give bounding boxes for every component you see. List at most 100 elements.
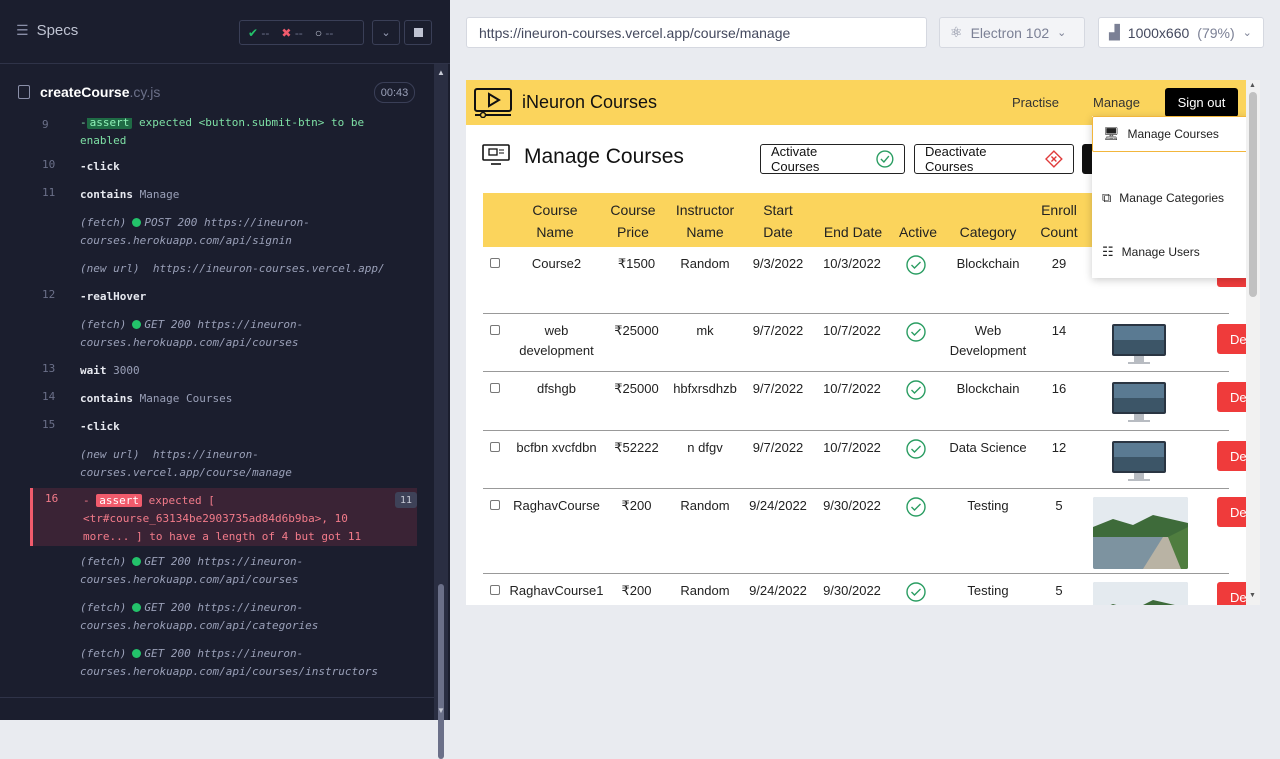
error-count-badge: 11 <box>395 492 417 508</box>
course-thumbnail <box>1112 382 1166 422</box>
delete-button[interactable]: De <box>1217 324 1247 354</box>
menu-item-manage-users[interactable]: ☷ Manage Users <box>1092 234 1248 270</box>
cell-name: RaghavCourse1 <box>509 583 604 598</box>
check-circle-icon <box>876 150 894 168</box>
status-dot-icon <box>132 603 142 612</box>
scroll-up-icon[interactable]: ▲ <box>437 68 445 77</box>
active-check-icon <box>906 439 926 459</box>
scroll-down-icon[interactable]: ▼ <box>437 706 445 715</box>
nav-practise[interactable]: Practise <box>1012 95 1059 110</box>
command-log-scrollbar[interactable]: ▲ ▼ <box>434 64 448 759</box>
line-number: 14 <box>42 390 56 403</box>
table-row[interactable]: dfshgb ₹25000 hbfxrsdhzb 9/7/2022 10/7/2022 B… <box>483 372 1247 431</box>
row-checkbox[interactable] <box>490 442 500 452</box>
specs-toggle[interactable]: ☰ Specs <box>16 22 78 39</box>
cell-start: 9/24/2022 <box>749 583 807 598</box>
signout-button[interactable]: Sign out <box>1165 88 1238 117</box>
cell-category: Data Science <box>949 440 1027 455</box>
cell-end: 10/7/2022 <box>823 381 881 396</box>
line-number: 10 <box>42 158 56 171</box>
ruler-icon: ▟ <box>1109 24 1120 40</box>
active-check-icon <box>906 255 926 275</box>
brand-name[interactable]: iNeuron Courses <box>522 92 657 113</box>
menu-item-manage-categories[interactable]: ⧉ Manage Categories <box>1092 180 1248 216</box>
stop-icon <box>413 28 423 37</box>
column-header: Enroll Count <box>1040 202 1078 240</box>
monitor-icon <box>482 144 510 165</box>
column-header: Course Name <box>532 202 578 240</box>
table-row[interactable]: web development ₹25000 mk 9/7/2022 10/7/2022… <box>483 314 1247 372</box>
page-title: Manage Courses <box>524 145 684 168</box>
line-number: 11 <box>42 186 56 199</box>
cell-instructor: mk <box>696 323 714 338</box>
cell-count: 5 <box>1055 498 1063 513</box>
scroll-up-icon[interactable]: ▲ <box>1249 82 1256 89</box>
menu-item-manage-courses[interactable]: 🖥 Manage Courses <box>1092 116 1248 152</box>
electron-icon: ⚛ <box>950 24 963 40</box>
cell-count: 12 <box>1051 440 1067 455</box>
line-number: 13 <box>42 362 56 375</box>
table-row[interactable]: RaghavCourse1 ₹200 Random 9/24/2022 9/30/202… <box>483 574 1247 605</box>
cell-name: Course2 <box>531 256 582 271</box>
chevron-down-icon[interactable]: ⌄ <box>372 20 400 45</box>
cell-instructor: n dfgv <box>687 440 723 455</box>
row-checkbox[interactable] <box>490 585 500 595</box>
cell-name: dfshgb <box>536 381 577 396</box>
row-checkbox[interactable] <box>490 500 500 510</box>
menu-icon: ☰ <box>16 22 29 38</box>
deactivate-courses-button[interactable]: Deactivate Courses <box>914 144 1074 174</box>
delete-button[interactable]: De <box>1217 441 1247 471</box>
scroll-down-icon[interactable]: ▼ <box>1249 592 1256 599</box>
passed-icon: ✔ <box>248 25 259 40</box>
scrollbar-thumb[interactable] <box>438 584 444 759</box>
table-row[interactable]: RaghavCourse ₹200 Random 9/24/2022 9/30/2022… <box>483 489 1247 574</box>
delete-button[interactable]: De <box>1217 382 1247 412</box>
failed-assertion[interactable]: 16 - assert expected [<tr#course_63134be… <box>30 488 417 546</box>
hierarchy-icon: ⧉ <box>1102 190 1112 205</box>
activate-courses-button[interactable]: Activate Courses <box>760 144 905 174</box>
course-thumbnail <box>1093 582 1188 605</box>
table-row[interactable]: bcfbn xvcfdbn ₹52222 n dfgv 9/7/2022 10/7/20… <box>483 431 1247 489</box>
scrollbar-thumb[interactable] <box>1249 92 1257 297</box>
cell-price: ₹200 <box>621 583 652 598</box>
cell-category: Web Development <box>949 323 1027 358</box>
cell-price: ₹25000 <box>614 323 659 338</box>
app-scrollbar[interactable]: ▲ ▼ <box>1246 80 1260 605</box>
cell-price: ₹25000 <box>614 381 659 396</box>
active-check-icon <box>906 322 926 342</box>
users-list-icon: ☷ <box>1102 244 1114 259</box>
cell-end: 9/30/2022 <box>823 583 881 598</box>
column-header: Course Price <box>610 202 656 240</box>
cell-start: 9/7/2022 <box>752 440 804 455</box>
pending-icon: ○ <box>314 25 323 40</box>
url-bar[interactable]: https://ineuron-courses.vercel.app/cours… <box>466 17 927 48</box>
row-checkbox[interactable] <box>490 325 500 335</box>
stop-button[interactable] <box>404 20 432 45</box>
active-check-icon <box>906 497 926 517</box>
assert-badge: assert <box>96 494 142 507</box>
column-header: Category <box>959 224 1017 240</box>
viewport-selector[interactable]: ▟ 1000x660 (79%) ⌄ <box>1098 17 1264 48</box>
delete-button[interactable]: De <box>1217 582 1247 605</box>
cell-price: ₹1500 <box>617 256 656 271</box>
spec-timer: 00:43 <box>374 82 415 103</box>
spec-file-row[interactable]: createCourse.cy.js 00:43 <box>0 76 430 108</box>
failed-count: -- <box>294 25 303 40</box>
delete-button[interactable]: De <box>1217 497 1247 527</box>
cell-start: 9/7/2022 <box>752 323 804 338</box>
browser-selector[interactable]: ⚛ Electron 102 ⌄ <box>939 17 1085 48</box>
manage-dropdown: 🖥 Manage Courses ⧉ Manage Categories ☷ M… <box>1092 116 1248 278</box>
cell-end: 10/3/2022 <box>823 256 881 271</box>
row-checkbox[interactable] <box>490 383 500 393</box>
cell-end: 10/7/2022 <box>823 323 881 338</box>
cell-category: Blockchain <box>956 256 1020 271</box>
chevron-down-icon: ⌄ <box>1057 27 1067 39</box>
cell-end: 10/7/2022 <box>823 440 881 455</box>
line-number: 12 <box>42 288 56 301</box>
nav-manage[interactable]: Manage <box>1093 95 1140 110</box>
assert-badge: assert <box>86 118 133 129</box>
active-check-icon <box>906 582 926 602</box>
specs-label: Specs <box>36 22 79 39</box>
row-checkbox[interactable] <box>490 258 500 268</box>
diamond-x-icon <box>1045 150 1063 168</box>
